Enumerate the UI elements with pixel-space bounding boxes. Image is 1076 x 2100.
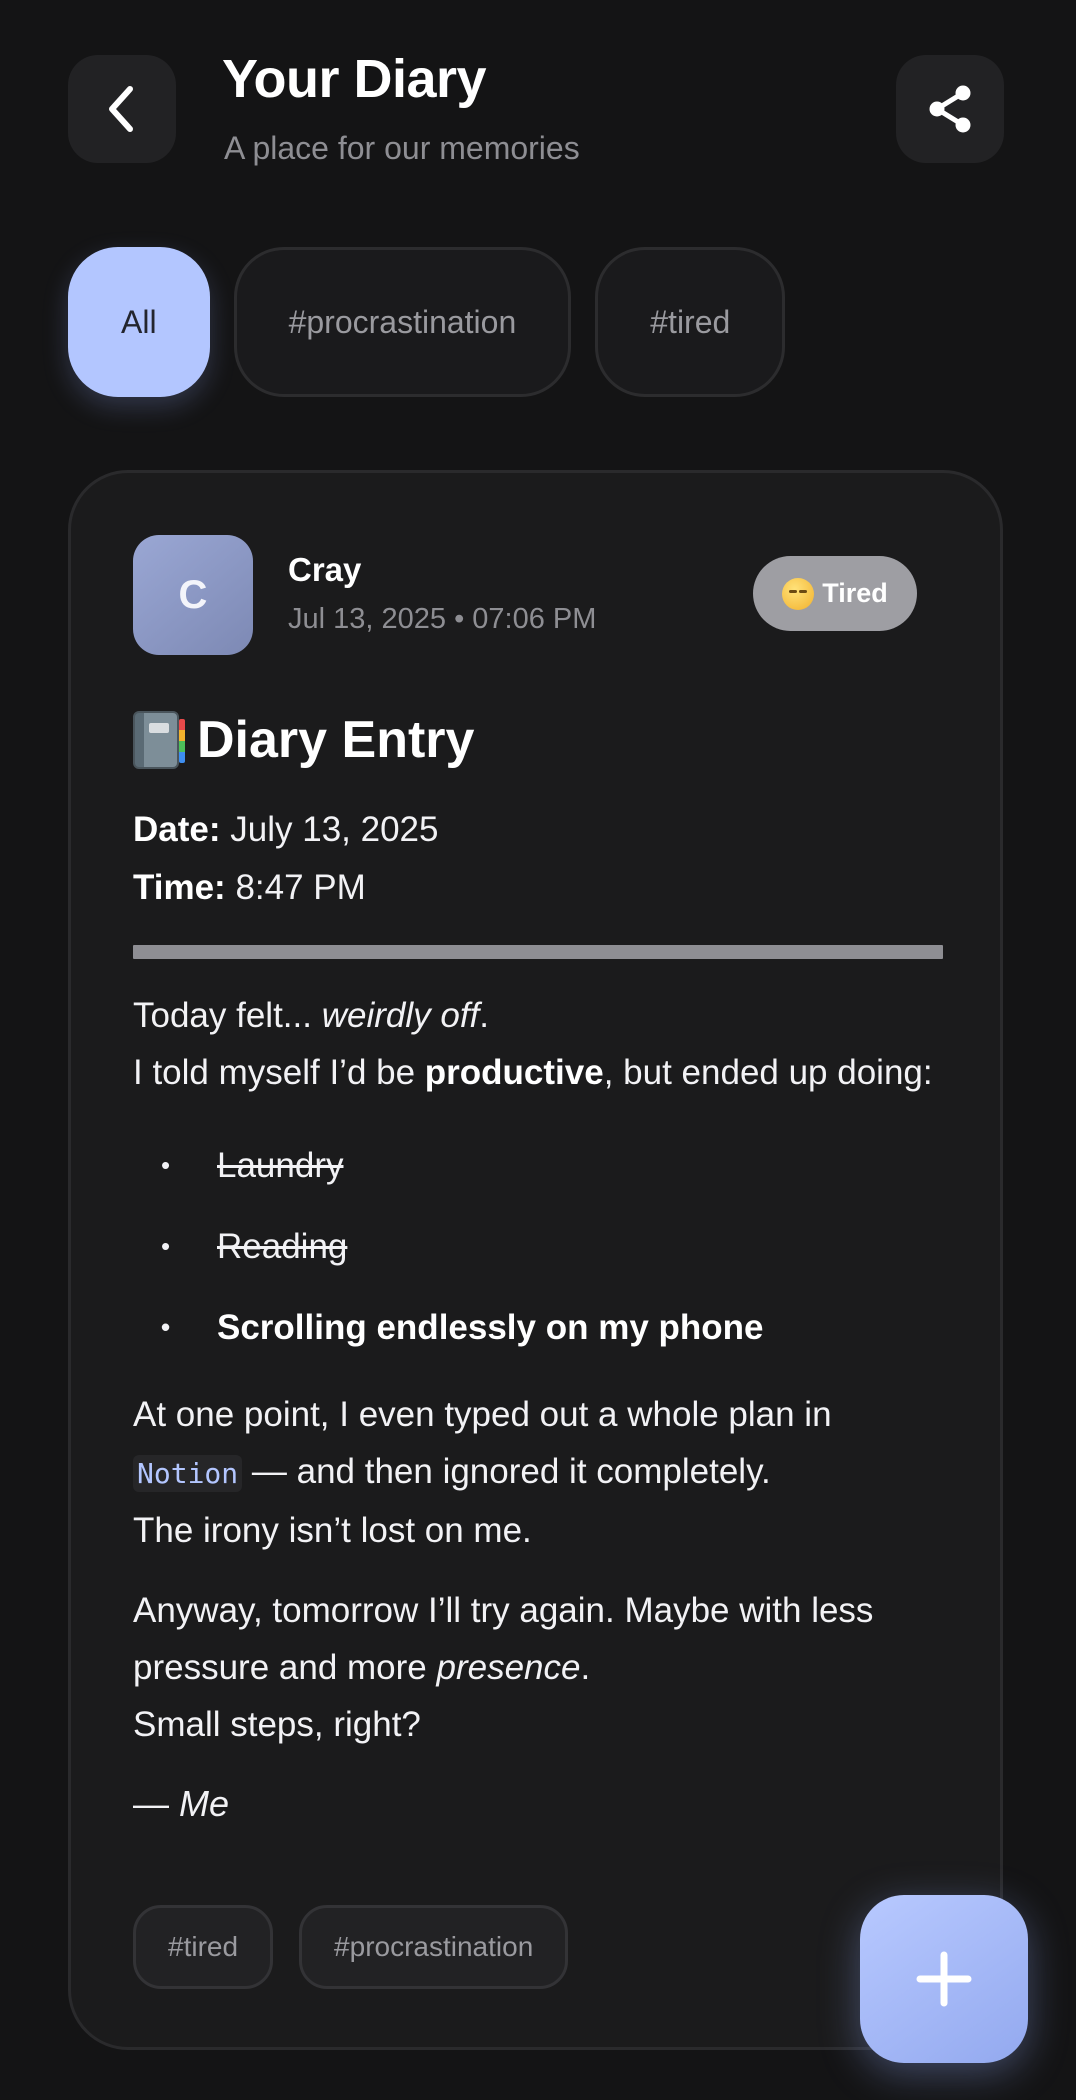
para1-emphasis: weirdly off: [321, 996, 480, 1035]
mood-badge: Tired: [753, 556, 917, 631]
para1-text-b-end: , but ended up doing:: [603, 1053, 933, 1092]
date-label: Date:: [133, 810, 221, 849]
tag-procrastination[interactable]: #procrastination: [299, 1905, 569, 1989]
back-button[interactable]: [68, 55, 176, 163]
diary-screen: Your Diary A place for our memories All …: [0, 0, 1076, 2100]
sleepy-face-icon: [782, 577, 815, 610]
date-value: July 13, 2025: [230, 810, 439, 849]
todo-list: Laundry Reading Scrolling endlessly on m…: [133, 1125, 943, 1368]
add-entry-button[interactable]: [860, 1895, 1028, 2063]
para2-text-a-end: — and then ignored it completely.: [242, 1452, 771, 1491]
paragraph-3: Anyway, tomorrow I’ll try again. Maybe w…: [133, 1582, 943, 1753]
tag-tired[interactable]: #tired: [133, 1905, 274, 1989]
paragraph-1: Today felt... weirdly off. I told myself…: [133, 987, 943, 1101]
inline-code: Notion: [133, 1455, 243, 1492]
diary-entry-card[interactable]: C Cray Jul 13, 2025 • 07:06 PM Tired Dia…: [68, 470, 1003, 2050]
chevron-left-icon: [109, 86, 133, 132]
paragraph-2: At one point, I even typed out a whole p…: [133, 1386, 943, 1559]
page-subtitle: A place for our memories: [224, 130, 580, 166]
time-value: 8:47 PM: [235, 868, 366, 907]
notebook-icon: [133, 711, 185, 769]
date-line: Date: July 13, 2025: [133, 801, 943, 859]
filter-chip-procrastination[interactable]: #procrastination: [233, 247, 572, 397]
signature-name: Me: [179, 1783, 230, 1824]
entry-tags: #tired #procrastination: [133, 1905, 569, 1989]
share-icon: [929, 85, 971, 133]
filter-chip-all[interactable]: All: [68, 247, 210, 397]
list-item: Laundry: [133, 1125, 943, 1206]
time-label: Time:: [133, 868, 226, 907]
filter-chip-tired[interactable]: #tired: [595, 247, 786, 397]
para3-text-b: Small steps, right?: [133, 1705, 421, 1744]
entry-heading-text: Diary Entry: [197, 711, 475, 769]
list-item: Reading: [133, 1206, 943, 1287]
page-title: Your Diary: [222, 49, 487, 109]
para1-text-a-end: .: [479, 996, 490, 1035]
entry-content: Diary Entry Date: July 13, 2025 Time: 8:…: [133, 705, 943, 1832]
share-button[interactable]: [896, 55, 1004, 163]
plus-icon: [916, 1951, 972, 2007]
list-item: Scrolling endlessly on my phone: [133, 1287, 943, 1368]
author-name: Cray: [288, 551, 362, 588]
mood-label: Tired: [822, 578, 888, 608]
signature-dash: —: [133, 1783, 180, 1824]
divider: [133, 945, 943, 959]
para1-text-a: Today felt...: [133, 996, 322, 1035]
signature: — Me: [133, 1775, 943, 1832]
entry-meta: Date: July 13, 2025 Time: 8:47 PM: [133, 801, 943, 917]
para1-text-b: I told myself I’d be: [133, 1053, 425, 1092]
filter-chips: All #procrastination #tired: [68, 247, 786, 397]
para2-text-b: The irony isn’t lost on me.: [133, 1511, 532, 1550]
entry-heading: Diary Entry: [133, 705, 943, 775]
para2-text-a: At one point, I even typed out a whole p…: [133, 1395, 832, 1434]
para3-text-a-end: .: [580, 1648, 591, 1687]
time-line: Time: 8:47 PM: [133, 859, 943, 917]
avatar: C: [133, 535, 253, 655]
para3-emphasis: presence: [436, 1648, 581, 1687]
entry-timestamp: Jul 13, 2025 • 07:06 PM: [288, 603, 597, 635]
para1-strong: productive: [424, 1053, 604, 1092]
